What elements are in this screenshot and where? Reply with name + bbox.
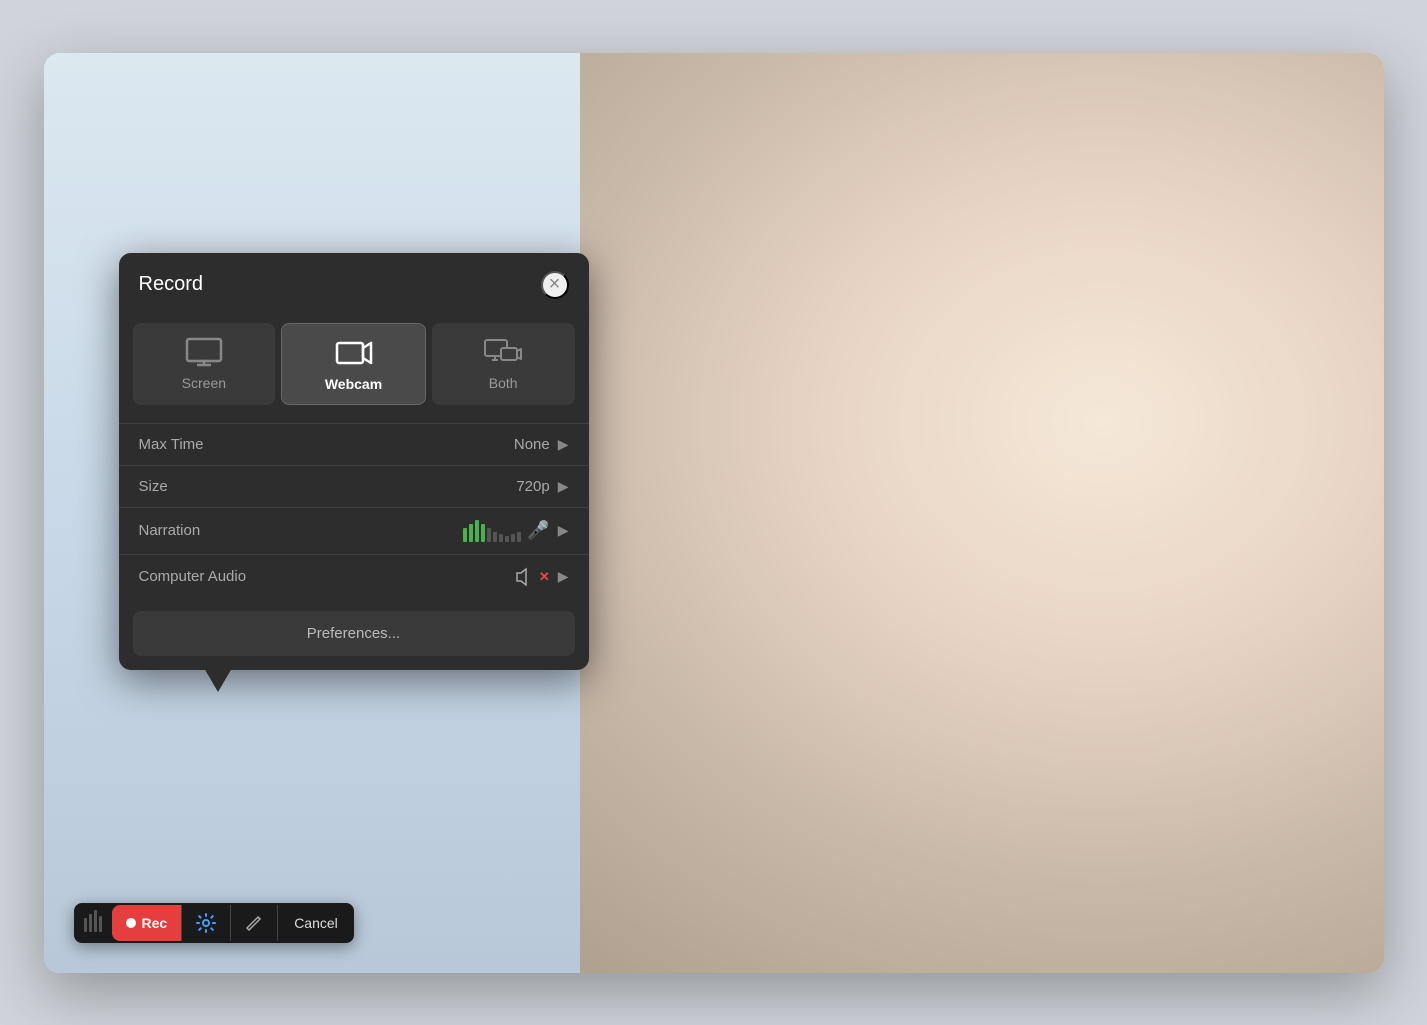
screen-label: Screen	[182, 375, 226, 391]
rec-dot	[126, 918, 136, 928]
size-label: Size	[139, 478, 517, 495]
narration-arrow[interactable]: ▶	[558, 522, 569, 539]
speaker-svg	[515, 567, 537, 587]
mode-buttons-group: Screen Webcam Both	[119, 313, 589, 419]
narration-label: Narration	[139, 522, 464, 539]
dialog-arrow	[204, 668, 232, 692]
record-dialog: Record × Screen Webcam	[119, 253, 589, 670]
pencil-icon	[245, 914, 263, 932]
both-label: Both	[489, 375, 518, 391]
muted-x-icon: ✕	[539, 569, 550, 585]
both-icon	[484, 337, 522, 367]
preferences-button[interactable]: Preferences...	[133, 611, 575, 656]
max-time-value: None	[514, 436, 550, 453]
toolbar-audio-bars	[74, 904, 112, 942]
max-time-row: Max Time None ▶	[119, 423, 589, 465]
settings-section: Max Time None ▶ Size 720p ▶ Narration	[119, 419, 589, 603]
computer-audio-row: Computer Audio ✕ ▶	[119, 554, 589, 599]
meter-bar-3	[475, 520, 479, 542]
edit-button[interactable]	[231, 904, 277, 942]
mode-screen-button[interactable]: Screen	[133, 323, 276, 405]
narration-meter	[463, 520, 521, 542]
tb-bar-2	[89, 914, 92, 932]
screen-icon	[185, 337, 223, 367]
webcam-icon	[335, 338, 373, 368]
rec-label: Rec	[142, 915, 168, 931]
computer-audio-label: Computer Audio	[139, 568, 515, 585]
app-window: Record × Screen Webcam	[44, 53, 1384, 973]
meter-bar-8	[505, 536, 509, 542]
size-value: 720p	[516, 478, 549, 495]
computer-audio-arrow[interactable]: ▶	[558, 568, 569, 585]
dialog-header: Record ×	[119, 253, 589, 313]
tb-bar-3	[94, 910, 97, 932]
narration-row: Narration 🎤 ▶	[119, 507, 589, 554]
webcam-label: Webcam	[325, 376, 382, 392]
meter-bar-5	[487, 528, 491, 542]
meter-bar-6	[493, 532, 497, 542]
tb-bar-4	[99, 916, 102, 932]
dialog-title: Record	[139, 273, 203, 296]
size-arrow[interactable]: ▶	[558, 478, 569, 495]
meter-bar-4	[481, 524, 485, 542]
max-time-arrow[interactable]: ▶	[558, 436, 569, 453]
meter-bar-7	[499, 534, 503, 542]
speaker-icon: ✕	[515, 567, 550, 587]
meter-bar-10	[517, 532, 521, 542]
tb-bar-1	[84, 918, 87, 932]
max-time-label: Max Time	[139, 436, 514, 453]
mode-both-button[interactable]: Both	[432, 323, 575, 405]
close-button[interactable]: ×	[541, 271, 569, 299]
size-row: Size 720p ▶	[119, 465, 589, 507]
meter-bar-2	[469, 524, 473, 542]
mic-icon: 🎤	[527, 520, 549, 541]
mode-webcam-button[interactable]: Webcam	[281, 323, 426, 405]
meter-bar-1	[463, 528, 467, 542]
bottom-toolbar: Rec Cancel	[74, 903, 354, 943]
settings-button[interactable]	[182, 903, 230, 943]
rec-button[interactable]: Rec	[112, 905, 182, 941]
meter-bar-9	[511, 534, 515, 542]
gear-icon	[196, 913, 216, 933]
cancel-button[interactable]: Cancel	[278, 905, 354, 941]
